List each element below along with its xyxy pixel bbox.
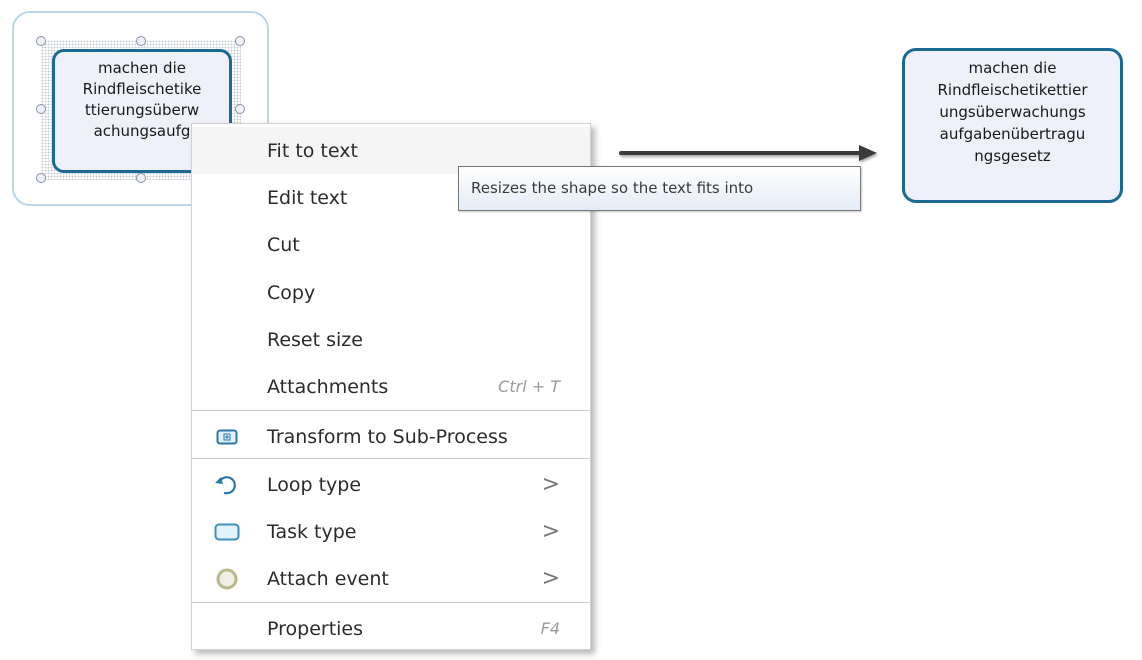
chevron-right-icon: >	[541, 566, 560, 591]
task-text-line: ngsgesetz	[974, 147, 1051, 165]
menu-item-label: Cut	[267, 233, 300, 256]
menu-item-loop-type[interactable]: Loop type >	[192, 461, 590, 508]
menu-item-label: Properties	[267, 617, 364, 640]
task-text-line: Rindfleischetike	[82, 80, 202, 98]
resize-handle-left[interactable]	[36, 104, 46, 114]
menu-separator	[192, 602, 590, 603]
menu-item-transform-to-sub-process[interactable]: Transform to Sub-Process	[192, 413, 590, 460]
menu-item-cut[interactable]: Cut	[192, 221, 590, 268]
task-text-line: ttierungsüberw	[84, 101, 200, 119]
chevron-right-icon: >	[541, 519, 560, 544]
chevron-right-icon: >	[541, 472, 560, 497]
loop-icon	[214, 472, 240, 498]
resize-handle-top-left[interactable]	[36, 36, 46, 46]
resized-task-shape[interactable]: machen die Rindfleischetikettier ungsübe…	[902, 48, 1123, 203]
event-circle-icon	[214, 566, 240, 592]
menu-separator	[192, 458, 590, 459]
menu-item-task-type[interactable]: Task type >	[192, 508, 590, 555]
menu-item-label: Fit to text	[267, 139, 358, 162]
shortcut-hint: F4	[540, 619, 560, 638]
resize-handle-right[interactable]	[235, 104, 245, 114]
menu-item-label: Attachments	[267, 375, 389, 398]
task-text-line: machen die	[968, 59, 1057, 77]
tooltip: Resizes the shape so the text fits into	[458, 166, 861, 211]
menu-item-label: Edit text	[267, 186, 348, 209]
task-text-line: Rindfleischetikettier	[937, 81, 1088, 99]
resize-handle-top-right[interactable]	[235, 36, 245, 46]
menu-item-label: Attach event	[267, 567, 389, 590]
menu-item-attachments[interactable]: Attachments Ctrl + T	[192, 363, 590, 410]
menu-item-label: Task type	[267, 520, 357, 543]
menu-item-label: Loop type	[267, 473, 362, 496]
task-text-line: ungsüberwachungs	[939, 103, 1086, 121]
task-text-line: aufgabenübertragu	[939, 125, 1086, 143]
menu-separator	[192, 410, 590, 411]
menu-item-label: Transform to Sub-Process	[267, 425, 508, 448]
menu-item-label: Copy	[267, 281, 316, 304]
task-icon	[214, 519, 240, 545]
menu-item-attach-event[interactable]: Attach event >	[192, 555, 590, 602]
resize-handle-bottom-left[interactable]	[36, 173, 46, 183]
subprocess-icon	[214, 424, 240, 450]
menu-item-label: Reset size	[267, 328, 363, 351]
task-text-line: machen die	[98, 59, 186, 77]
shortcut-hint: Ctrl + T	[498, 377, 560, 396]
resize-handle-bottom[interactable]	[136, 173, 146, 183]
menu-item-reset-size[interactable]: Reset size	[192, 316, 590, 363]
menu-item-properties[interactable]: Properties F4	[192, 605, 590, 652]
resize-handle-top[interactable]	[136, 36, 146, 46]
menu-item-copy[interactable]: Copy	[192, 269, 590, 316]
